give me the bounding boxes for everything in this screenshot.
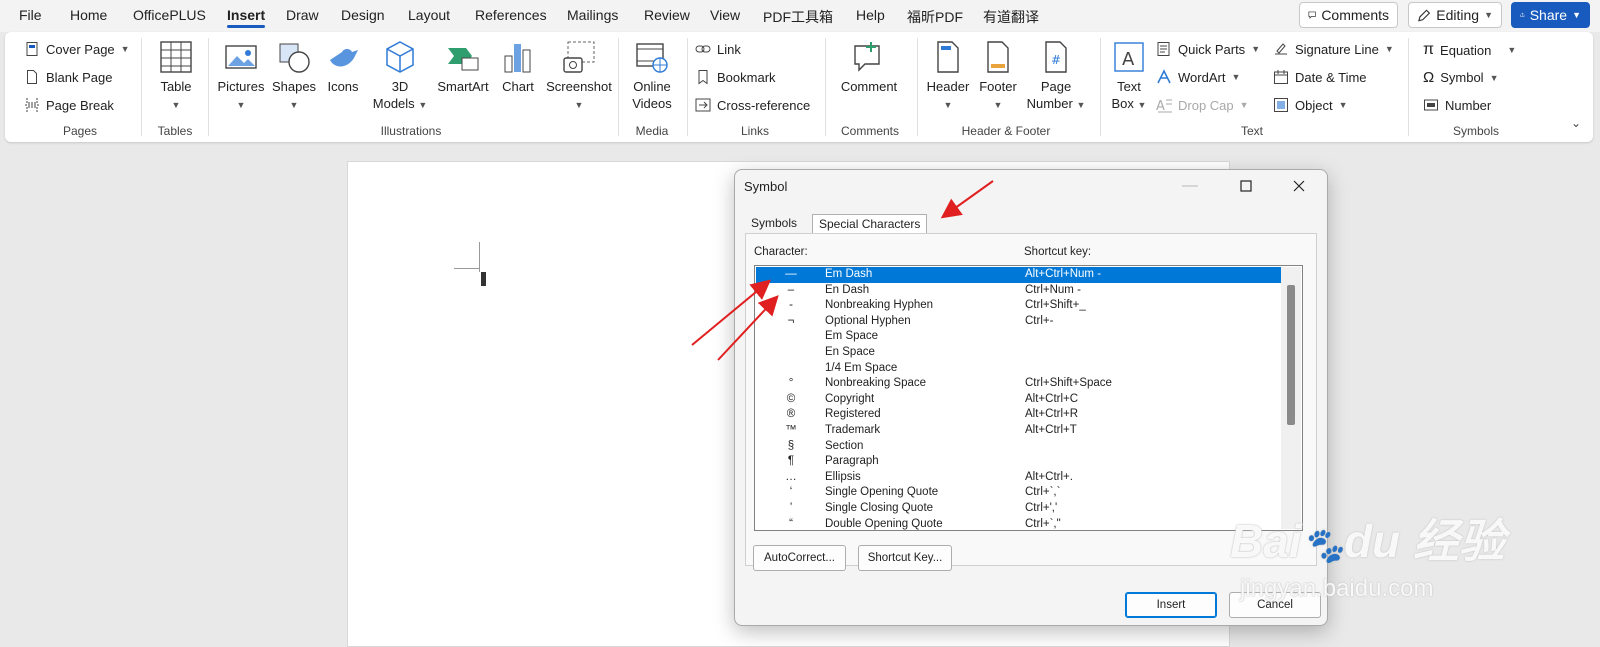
watermark-url: jingyan.baidu.com — [1240, 575, 1434, 602]
watermark-brand-part2: du — [1343, 515, 1401, 567]
annotation-arrow-en-dash — [717, 295, 779, 361]
annotation-arrow-tab — [940, 180, 994, 219]
watermark-brand-part1: Bai — [1230, 515, 1302, 567]
watermark-cn: 经验 — [1412, 515, 1505, 567]
annotation-arrow-em-dash — [691, 279, 772, 346]
watermark-brand: Bai🐾du 经验 — [1230, 515, 1505, 567]
